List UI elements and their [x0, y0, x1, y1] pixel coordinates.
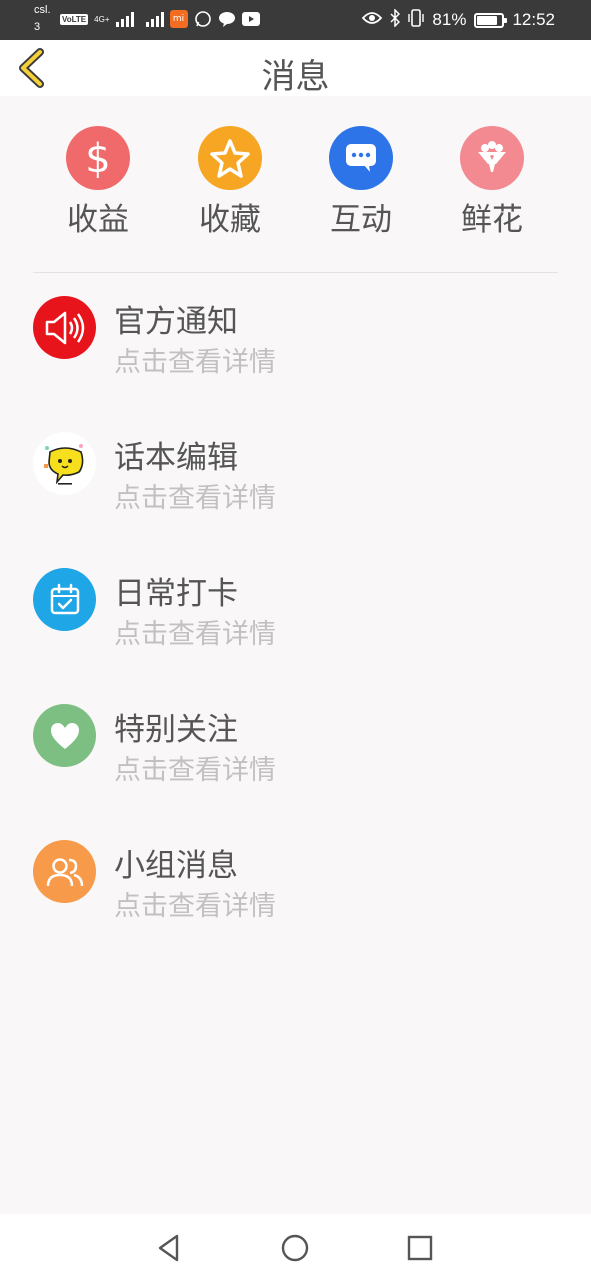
- volte-icon: VoLTE: [60, 13, 89, 25]
- list-item-title: 话本编辑: [114, 440, 238, 476]
- calendar-check-icon: [33, 568, 96, 631]
- square-recents-icon: [407, 1235, 433, 1261]
- list-item-script-editor[interactable]: 话本编辑 点击查看详情: [0, 424, 591, 544]
- list-item-title: 小组消息: [114, 848, 238, 884]
- system-nav-bar: [0, 1214, 591, 1280]
- heart-icon: [33, 704, 96, 767]
- list-item-title: 日常打卡: [114, 576, 238, 612]
- battery-icon: [474, 12, 508, 28]
- signal-icon: [115, 11, 134, 27]
- divider: [33, 272, 558, 273]
- nav-home-button[interactable]: [278, 1231, 312, 1265]
- category-label: 鲜花: [461, 202, 523, 238]
- signal-icon-2: [145, 11, 164, 27]
- list-item-group-messages[interactable]: 小组消息 点击查看详情: [0, 832, 591, 952]
- status-icons-right: 81% 12:52: [362, 7, 555, 32]
- mascot-icon: [33, 432, 96, 495]
- hktv-icon: [218, 10, 236, 28]
- clock: 12:52: [512, 10, 555, 29]
- list-item-special-follow[interactable]: 特别关注 点击查看详情: [0, 696, 591, 816]
- list-item-official-notice[interactable]: 官方通知 点击查看详情: [0, 288, 591, 408]
- mi-app-icon: mi: [169, 10, 188, 28]
- whatsapp-icon: [194, 10, 212, 28]
- status-icons-left: VoLTE 4G+ mi: [60, 9, 260, 29]
- circle-home-icon: [281, 1234, 309, 1262]
- chat-bubble-icon: [329, 126, 393, 190]
- bluetooth-icon: [390, 7, 401, 32]
- dollar-icon: $: [66, 126, 130, 190]
- list-item-subtitle: 点击查看详情: [114, 891, 276, 922]
- category-label: 互动: [330, 202, 392, 238]
- carrier-label: csl. 3: [34, 4, 51, 34]
- category-label: 收益: [67, 202, 129, 238]
- speaker-icon: [33, 296, 96, 359]
- eye-icon: [362, 10, 383, 30]
- category-earnings[interactable]: $ 收益: [38, 120, 158, 240]
- battery-percent: 81%: [432, 10, 467, 29]
- app-header: 消息: [0, 40, 591, 97]
- list-item-title: 特别关注: [114, 712, 238, 748]
- triangle-back-icon: [158, 1234, 179, 1262]
- category-flowers[interactable]: 鲜花: [432, 120, 552, 240]
- svg-text:$: $: [85, 136, 110, 182]
- page-title: 消息: [261, 57, 330, 97]
- carrier-name: csl.: [34, 4, 51, 16]
- list-item-daily-checkin[interactable]: 日常打卡 点击查看详情: [0, 560, 591, 680]
- category-label: 收藏: [199, 202, 261, 238]
- list-item-subtitle: 点击查看详情: [114, 483, 276, 514]
- category-favorites[interactable]: 收藏: [170, 120, 290, 240]
- list-item-subtitle: 点击查看详情: [114, 755, 276, 786]
- status-bar: csl. 3 VoLTE 4G+ mi 81% 12:52: [0, 0, 591, 40]
- vibrate-icon: [408, 8, 425, 32]
- nav-back-button[interactable]: [153, 1231, 187, 1265]
- category-interactions[interactable]: 互动: [301, 120, 421, 240]
- list-item-subtitle: 点击查看详情: [114, 619, 276, 650]
- youtube-icon: [241, 10, 260, 28]
- bouquet-icon: [460, 126, 524, 190]
- nav-recents-button[interactable]: [403, 1231, 437, 1265]
- category-row: $ 收益 收藏 互动 鲜花: [0, 120, 591, 250]
- list-item-title: 官方通知: [114, 304, 238, 340]
- list-item-subtitle: 点击查看详情: [114, 347, 276, 378]
- star-icon: [198, 126, 262, 190]
- group-icon: [33, 840, 96, 903]
- network-type: 4G+: [94, 14, 110, 24]
- carrier-sim: 3: [34, 21, 41, 33]
